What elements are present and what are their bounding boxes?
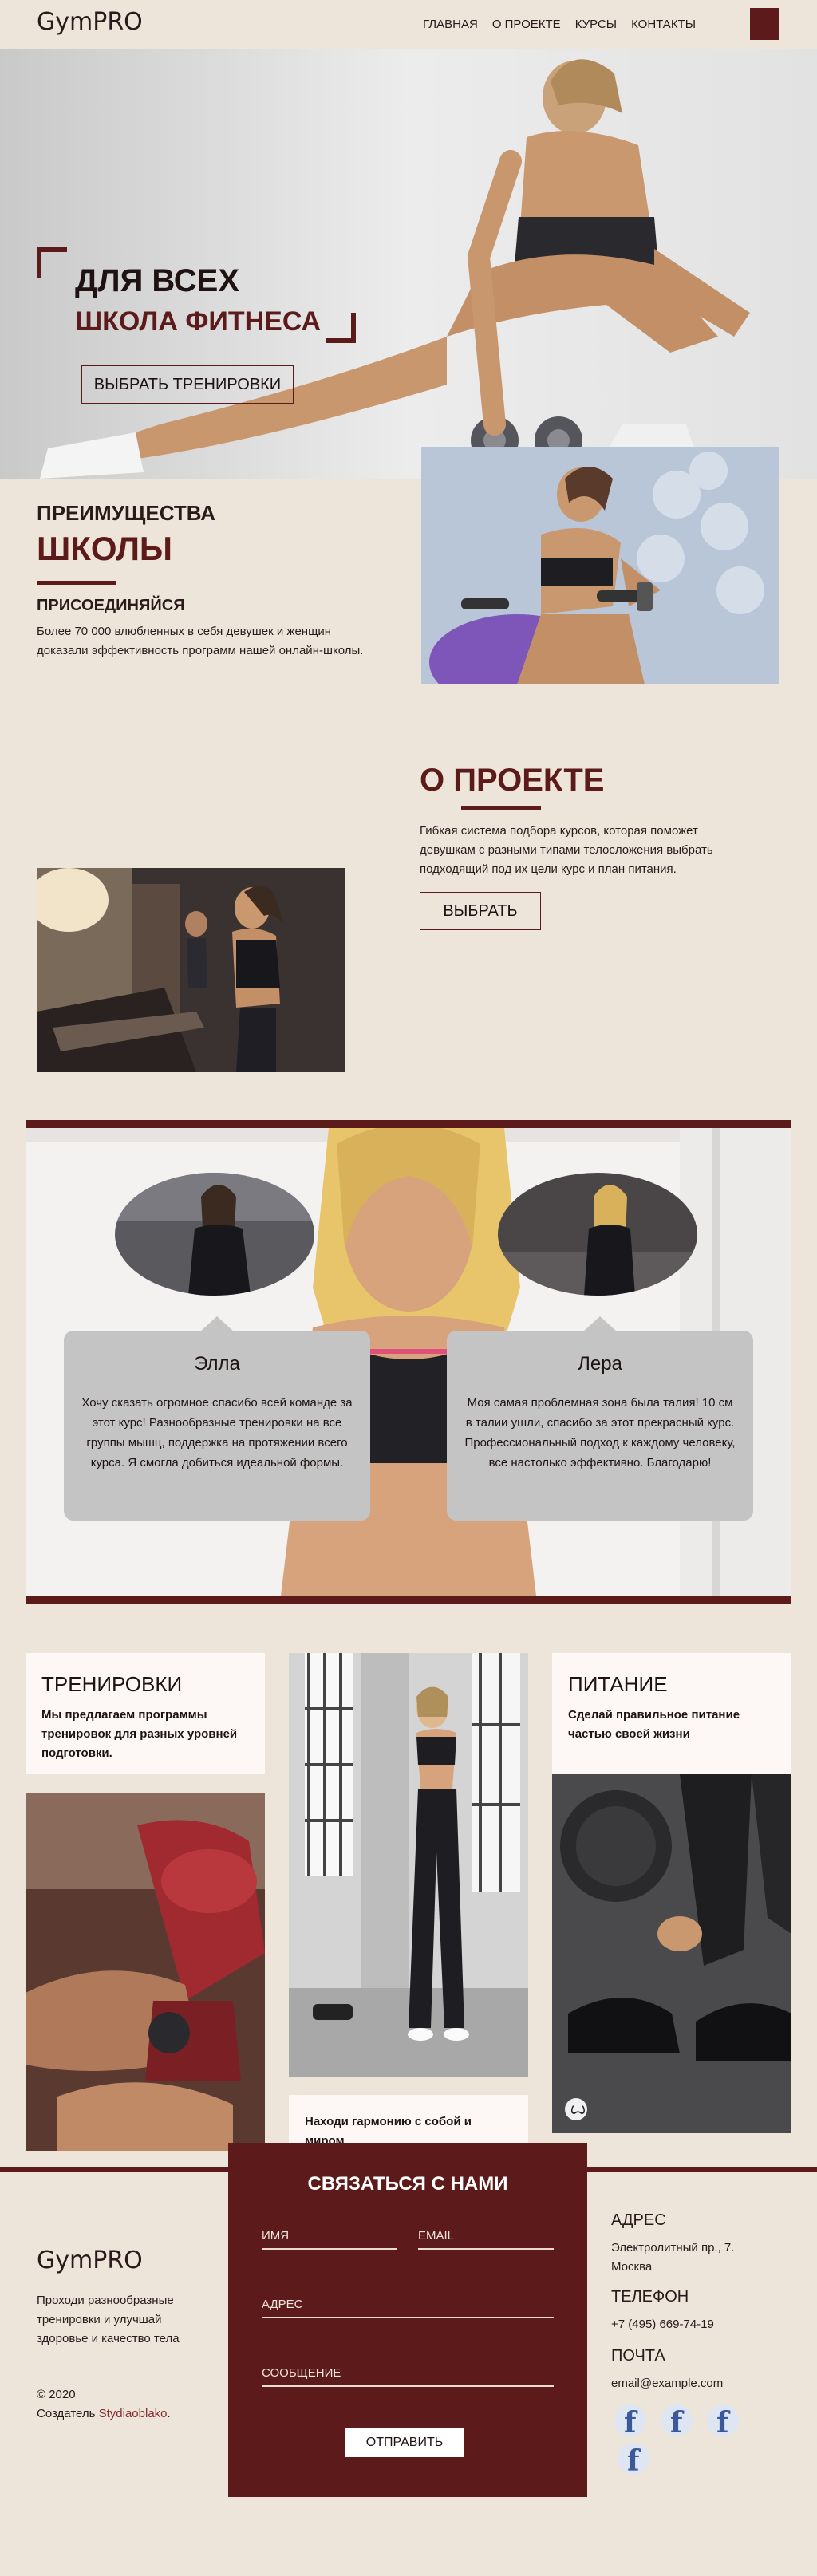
avatar-lera: [498, 1173, 697, 1296]
treadmill-photo: [37, 868, 345, 1072]
site-header: GymPRO ГЛАВНАЯ О ПРОЕКТЕ КУРСЫ КОНТАКТЫ: [0, 0, 817, 49]
testimonial-name: Элла: [194, 1353, 240, 1375]
hero-title: ДЛЯ ВСЕХ: [75, 263, 240, 298]
address-input[interactable]: [262, 2291, 554, 2317]
name-input[interactable]: [262, 2223, 397, 2248]
harmony-card[interactable]: Находи гармонию с собой и миром: [289, 2095, 528, 2148]
choose-workouts-button[interactable]: ВЫБРАТЬ ТРЕНИРОВКИ: [81, 365, 294, 404]
phone-value[interactable]: +7 (495) 669-74-19: [611, 2315, 714, 2334]
footer-logo[interactable]: GymPRO: [37, 2247, 143, 2274]
site-logo[interactable]: GymPRO: [37, 8, 143, 36]
name-field[interactable]: [262, 2223, 397, 2250]
choose-button[interactable]: ВЫБРАТЬ: [420, 892, 541, 930]
testimonial-card-lera: Лера Моя самая проблемная зона была тали…: [447, 1316, 753, 1521]
hero-subtitle: ШКОЛА ФИТНЕСА: [75, 306, 322, 337]
message-input[interactable]: [262, 2360, 554, 2385]
testimonial-card-ella: Элла Хочу сказать огромное спасибо всей …: [64, 1316, 370, 1521]
testimonial-text: Хочу сказать огромное спасибо всей коман…: [81, 1396, 353, 1469]
avatar-ella: [115, 1173, 314, 1296]
advantages-subtitle: ПРИСОЕДИНЯЙСЯ: [37, 597, 185, 614]
nav-item-courses[interactable]: КУРСЫ: [575, 18, 617, 31]
email-input[interactable]: [418, 2223, 554, 2248]
advantages-divider: [37, 581, 116, 585]
footer-copyright: © 2020 Создатель Stydiaoblako.: [37, 2385, 171, 2424]
creator-suffix: .: [167, 2407, 171, 2420]
creator-link[interactable]: Stydiaoblako: [99, 2407, 168, 2420]
testimonial-name: Лера: [578, 1353, 622, 1375]
contact-form: СВЯЗАТЬСЯ С НАМИ ОТПРАВИТЬ: [228, 2143, 587, 2497]
nutrition-text: Сделай правильное питание частью своей ж…: [568, 1708, 740, 1741]
bracket-bottom-right: [326, 313, 356, 343]
creator-label: Создатель: [37, 2407, 96, 2420]
workouts-title: ТРЕНИРОВКИ: [41, 1672, 183, 1696]
nav-item-contacts[interactable]: КОНТАКТЫ: [631, 18, 696, 31]
nutrition-title: ПИТАНИЕ: [568, 1672, 668, 1696]
nav-item-about[interactable]: О ПРОЕКТЕ: [492, 18, 561, 31]
email-field[interactable]: [418, 2223, 554, 2250]
contact-form-title: СВЯЗАТЬСЯ С НАМИ: [307, 2173, 508, 2195]
kettlebell-photo: [26, 1793, 265, 2151]
advantages-title: ПРЕИМУЩЕСТВА: [37, 501, 215, 525]
facebook-icon[interactable]: f: [618, 2443, 649, 2475]
mail-value[interactable]: email@example.com: [611, 2374, 723, 2393]
about-title: О ПРОЕКТЕ: [420, 763, 605, 798]
facebook-icon[interactable]: f: [614, 2404, 646, 2436]
testimonial-text: Моя самая проблемная зона была талия! 10…: [464, 1396, 736, 1469]
footer-description: Проходи разнообразные тренировки и улучш…: [37, 2294, 180, 2345]
dumbbell-ball-photo: [421, 447, 779, 684]
send-button[interactable]: ОТПРАВИТЬ: [345, 2428, 464, 2457]
advantages-title-accent: ШКОЛЫ: [37, 530, 173, 567]
svg-text:Ꙍ: Ꙍ: [570, 2102, 586, 2117]
testimonials-section: Элла Хочу сказать огромное спасибо всей …: [26, 1120, 791, 1604]
address-field[interactable]: [262, 2291, 554, 2318]
nutrition-card[interactable]: ПИТАНИЕ Сделай правильное питание частью…: [552, 1653, 791, 1774]
hero-banner: ДЛЯ ВСЕХ ШКОЛА ФИТНЕСА ВЫБРАТЬ ТРЕНИРОВК…: [0, 49, 817, 479]
main-nav: ГЛАВНАЯ О ПРОЕКТЕ КУРСЫ КОНТАКТЫ: [423, 18, 696, 31]
facebook-icon[interactable]: f: [707, 2404, 739, 2436]
nav-item-home[interactable]: ГЛАВНАЯ: [423, 18, 478, 31]
message-field[interactable]: [262, 2360, 554, 2387]
mail-label: ПОЧТА: [611, 2347, 665, 2365]
address-value: Электролитный пр., 7. Москва: [611, 2241, 735, 2274]
facebook-icon[interactable]: f: [661, 2404, 693, 2436]
address-label: АДРЕС: [611, 2211, 666, 2229]
phone-label: ТЕЛЕФОН: [611, 2288, 689, 2306]
creator-line: Создатель Stydiaoblako.: [37, 2404, 171, 2424]
advantages-text: Более 70 000 влюбленных в себя девушек и…: [37, 625, 364, 657]
window-pose-photo: [289, 1653, 528, 2077]
workouts-card[interactable]: ТРЕНИРОВКИ Мы предлагаем программы трени…: [26, 1653, 265, 1774]
copyright-year: © 2020: [37, 2388, 76, 2401]
about-text: Гибкая система подбора курсов, которая п…: [420, 824, 713, 876]
menu-square-button[interactable]: [750, 8, 779, 40]
bracket-top-left: [37, 247, 67, 278]
workouts-text: Мы предлагаем программы тренировок для р…: [41, 1708, 238, 1760]
shoelace-photo: Ꙍ: [552, 1774, 791, 2133]
about-divider: [461, 806, 541, 810]
